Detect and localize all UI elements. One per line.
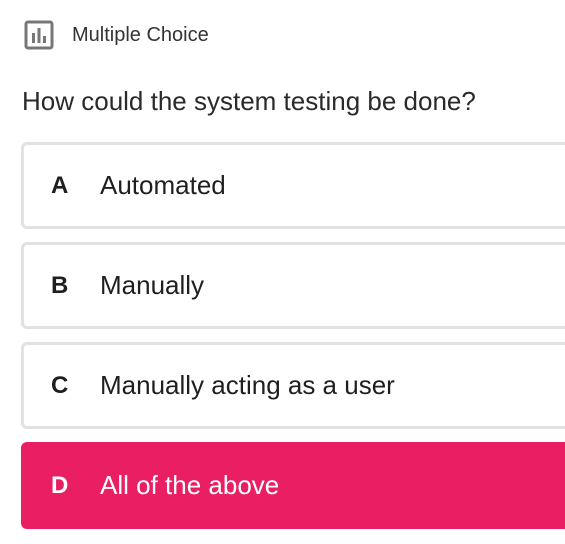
option-letter: B: [51, 271, 69, 299]
bar-chart-icon: [24, 20, 54, 50]
option-letter: D: [51, 471, 69, 499]
question-type-header: Multiple Choice: [24, 20, 209, 50]
option-label: Manually: [100, 270, 205, 300]
option-letter: C: [51, 371, 69, 399]
question-type-label: Multiple Choice: [72, 23, 209, 46]
option-d[interactable]: D All of the above: [21, 442, 565, 529]
option-letter: A: [51, 171, 69, 199]
question-text: How could the system testing be done?: [22, 86, 476, 116]
option-c[interactable]: C Manually acting as a user: [21, 342, 565, 429]
option-b[interactable]: B Manually: [21, 242, 565, 329]
option-label: Manually acting as a user: [100, 370, 395, 400]
option-label: Automated: [100, 170, 226, 200]
option-label: All of the above: [100, 470, 280, 500]
answer-options: A Automated B Manually C Manually acting…: [21, 142, 565, 542]
option-a[interactable]: A Automated: [21, 142, 565, 229]
